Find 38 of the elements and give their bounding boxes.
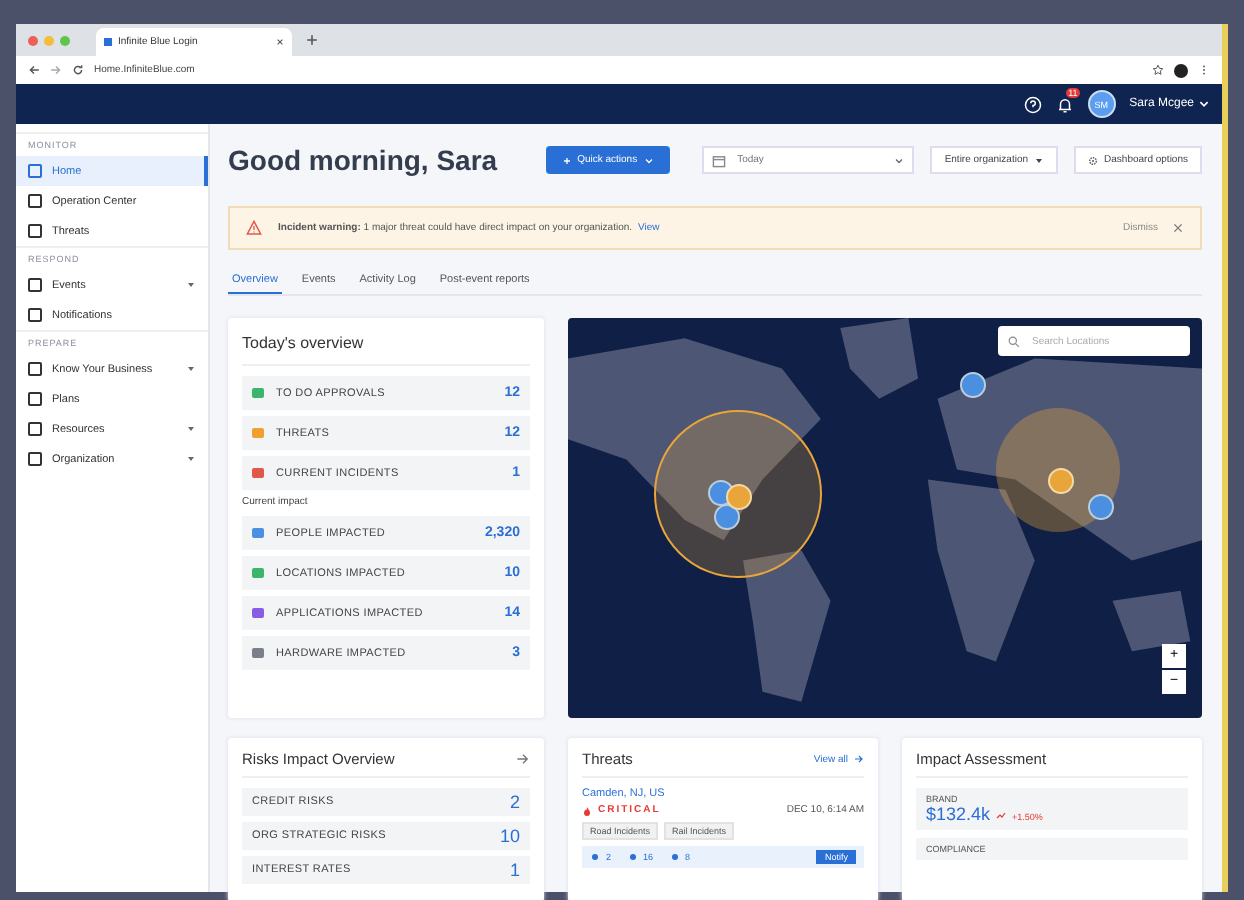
caret-icon[interactable] xyxy=(186,364,196,374)
caret-icon[interactable] xyxy=(186,454,196,464)
chevron-down-icon xyxy=(894,155,905,165)
close-window-button[interactable] xyxy=(28,35,38,45)
chevron-down-icon xyxy=(643,155,654,165)
notifications-icon[interactable] xyxy=(1055,95,1074,113)
back-icon[interactable] xyxy=(28,64,40,76)
chevron-down-icon[interactable] xyxy=(1198,98,1210,110)
greeting-title: Good morning, Sara xyxy=(228,144,498,176)
caret-icon xyxy=(1034,155,1045,165)
site-icon xyxy=(104,38,112,46)
new-tab-icon[interactable] xyxy=(306,34,318,46)
warning-icon xyxy=(246,220,262,236)
arrow-right-icon[interactable] xyxy=(516,752,530,766)
reload-icon[interactable] xyxy=(72,64,84,76)
close-icon[interactable] xyxy=(1172,222,1184,234)
bookmark-star-icon[interactable] xyxy=(1152,64,1164,76)
plus-icon xyxy=(561,155,572,165)
trend-up-icon xyxy=(996,810,1007,820)
impact-value: $132.4k xyxy=(926,804,991,824)
stat-icon xyxy=(627,852,638,862)
search-icon xyxy=(1008,335,1020,347)
caret-icon[interactable] xyxy=(186,424,196,434)
settings-icon xyxy=(1088,155,1099,165)
card-title: Today's overview xyxy=(242,330,530,366)
caret-icon[interactable] xyxy=(186,280,196,290)
stat-icon xyxy=(669,852,680,862)
row-count: 10 xyxy=(499,826,520,846)
close-tab-icon[interactable] xyxy=(276,38,284,46)
calendar-icon xyxy=(711,153,726,167)
flame-icon xyxy=(582,805,592,815)
row-count: 1 xyxy=(509,860,520,880)
location-pin-icon[interactable] xyxy=(960,372,986,398)
row-count: 2 xyxy=(509,792,520,812)
help-icon[interactable] xyxy=(1023,95,1042,113)
arrow-right-icon xyxy=(854,754,864,764)
stat-icon xyxy=(590,852,600,862)
profile-icon[interactable] xyxy=(1174,63,1188,77)
